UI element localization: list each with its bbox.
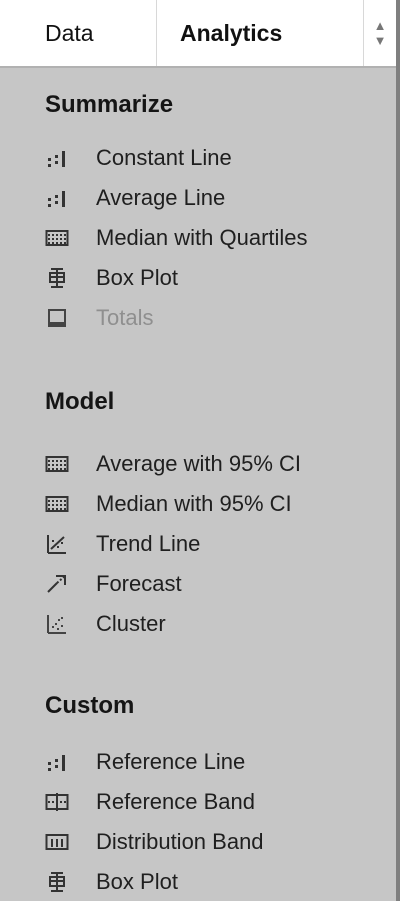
item-label: Distribution Band [96,829,264,854]
tab-divider [0,66,396,68]
section-title-custom: Custom [45,692,135,719]
section-title-model: Model [45,388,115,415]
summarize-item-constant-line[interactable]: Constant Line [45,142,232,174]
reference-line-icon [45,147,69,169]
item-label: Box Plot [96,869,178,894]
trend-line-icon [45,533,69,555]
item-label: Box Plot [96,265,178,290]
tab-scroll-arrows[interactable]: ▲ ▼ [364,0,396,66]
summarize-item-average-line[interactable]: Average Line [45,182,225,214]
item-label: Totals [96,305,154,330]
pane-tabs: Data Analytics ▲ ▼ [0,0,396,68]
analytics-pane: Data Analytics ▲ ▼ Summarize Constant Lin… [0,0,400,901]
custom-item-reference-band[interactable]: Reference Band [45,786,255,818]
item-label: Constant Line [96,145,232,170]
model-item-cluster[interactable]: Cluster [45,608,166,640]
box-plot-icon [45,267,69,289]
section-title-summarize: Summarize [45,91,174,118]
summarize-item-box-plot[interactable]: Box Plot [45,262,178,294]
tab-data-label: Data [45,19,94,46]
distribution-band-icon [45,227,69,249]
item-label: Median with 95% CI [96,491,292,516]
distribution-band-icon [45,493,69,515]
item-label: Cluster [96,611,166,636]
item-label: Average Line [96,185,226,210]
summarize-item-median-with-quartiles[interactable]: Median with Quartiles [45,222,308,254]
custom-item-box-plot[interactable]: Box Plot [45,866,178,898]
model-item-average-with-95-ci[interactable]: Average with 95% CI [45,448,301,480]
item-label: Forecast [96,571,182,596]
up-down-arrows-icon: ▲ ▼ [373,18,387,48]
distribution-band-icon [45,453,69,475]
tab-analytics[interactable]: Analytics [157,0,364,66]
model-item-median-with-95-ci[interactable]: Median with 95% CI [45,488,292,520]
distribution-band-icon [45,831,69,853]
reference-line-icon [45,751,69,773]
custom-item-reference-line[interactable]: Reference Line [45,746,245,778]
box-plot-icon [45,871,69,893]
summarize-item-totals: Totals [45,302,153,334]
tab-analytics-label: Analytics [180,19,283,46]
item-label: Trend Line [96,531,201,556]
cluster-icon [45,613,69,635]
reference-band-icon [45,791,69,813]
item-label: Median with Quartiles [96,225,308,250]
model-item-trend-line[interactable]: Trend Line [45,528,200,560]
tab-data[interactable]: Data [0,0,157,66]
item-label: Average with 95% CI [96,451,302,476]
item-label: Reference Band [96,789,255,814]
totals-icon [45,307,69,329]
model-item-forecast[interactable]: Forecast [45,568,182,600]
forecast-icon [45,573,69,595]
custom-item-distribution-band[interactable]: Distribution Band [45,826,264,858]
item-label: Reference Line [96,749,246,774]
reference-line-icon [45,187,69,209]
